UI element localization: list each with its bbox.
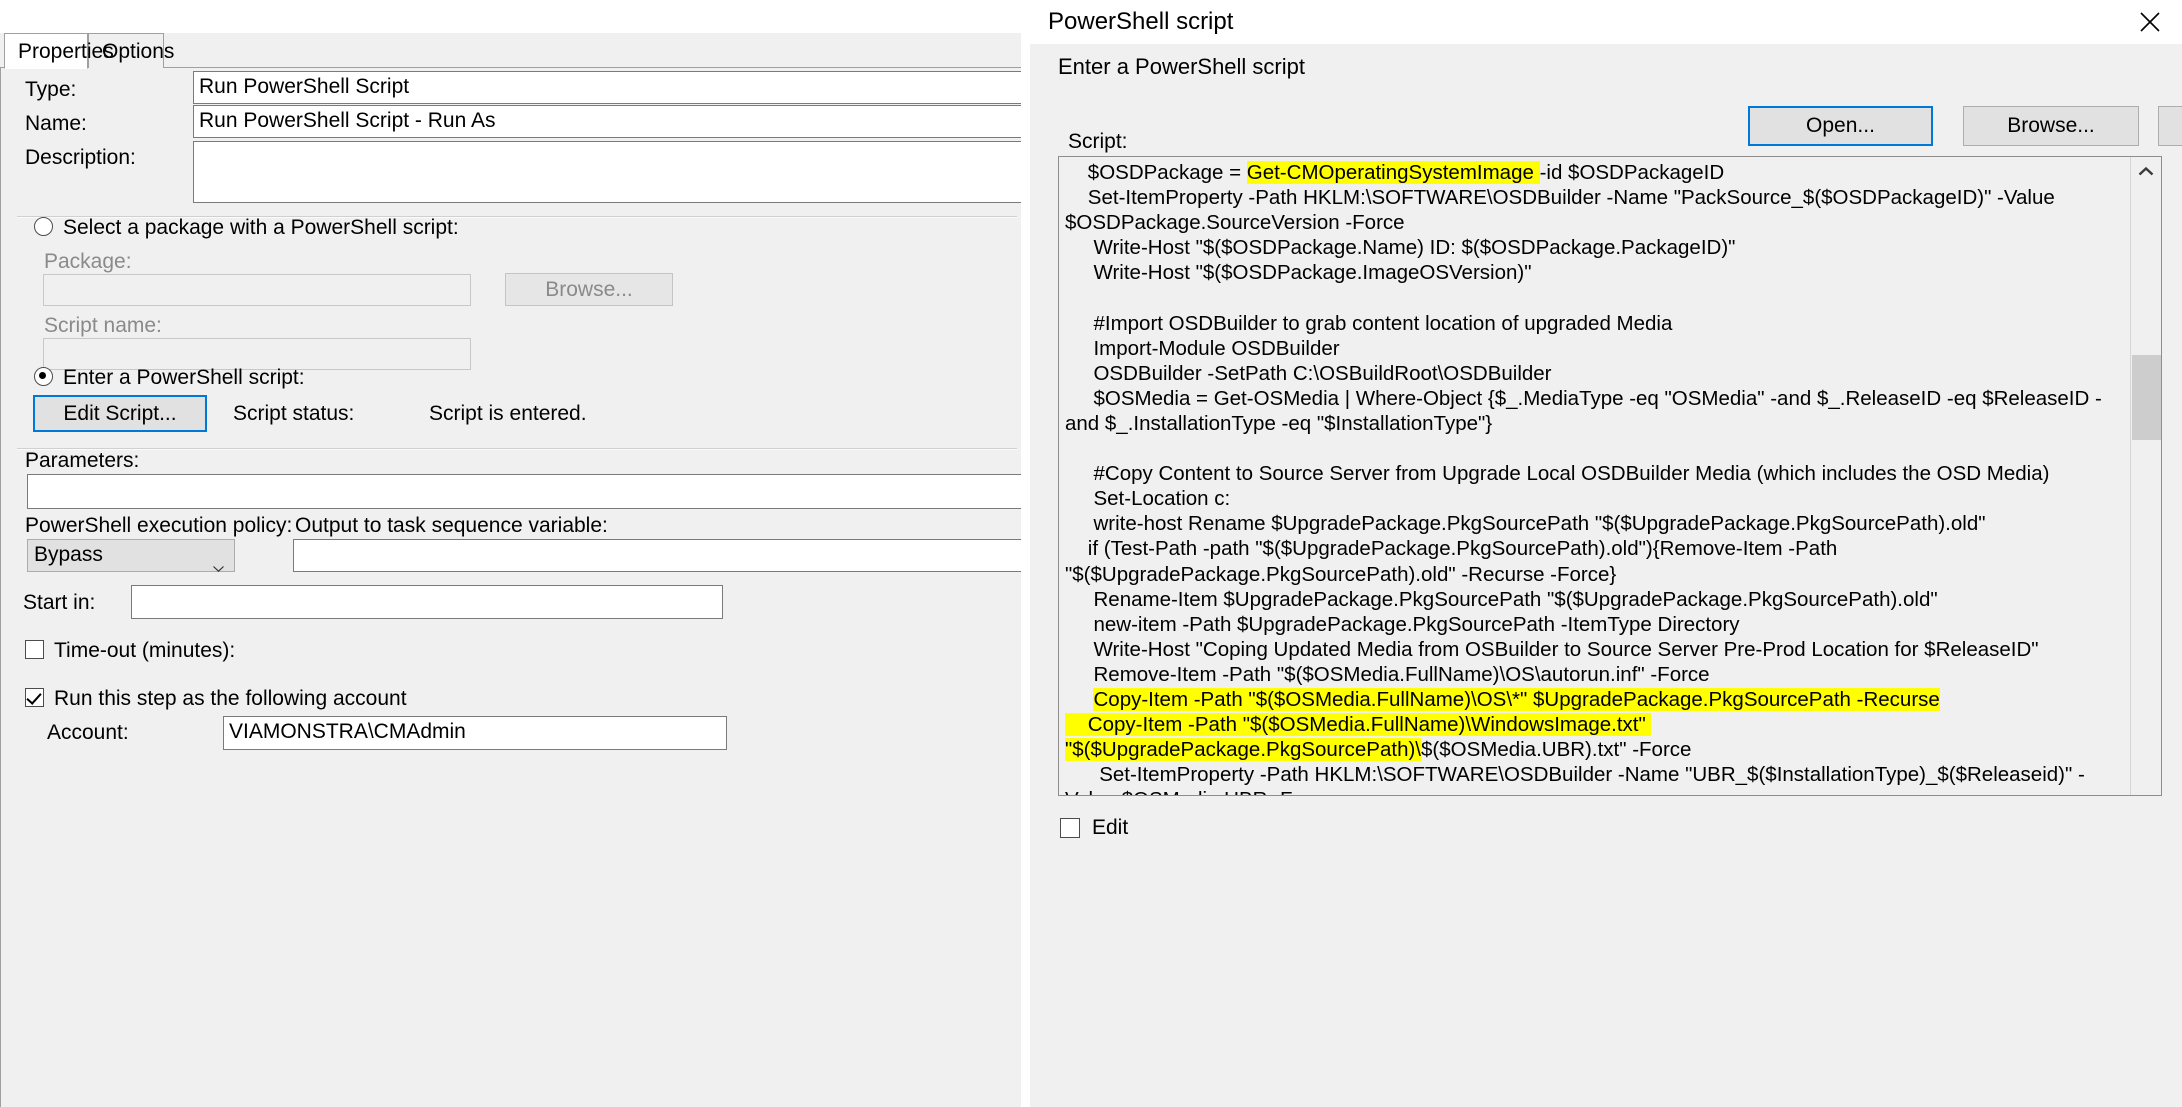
- script-content[interactable]: $OSDPackage = Get-CMOperatingSystemImage…: [1059, 160, 2129, 796]
- edit-script-button[interactable]: Edit Script...: [33, 395, 207, 432]
- step-properties-panel: Properties Options Type: Run PowerShell …: [0, 0, 1021, 1107]
- close-icon[interactable]: [2118, 0, 2182, 44]
- execution-policy-label: PowerShell execution policy:: [25, 514, 292, 538]
- script-status-value: Script is entered.: [429, 402, 587, 426]
- script-label: Script:: [1068, 130, 1128, 154]
- tab-properties[interactable]: Properties: [4, 33, 88, 69]
- account-field[interactable]: VIAMONSTRA\CMAdmin: [223, 716, 727, 750]
- scrollbar-thumb[interactable]: [2132, 355, 2161, 440]
- execution-policy-select[interactable]: Bypass: [27, 539, 235, 572]
- properties-form: Type: Run PowerShell Script Name: Run Po…: [0, 68, 1021, 1107]
- dialog-subtitle: Enter a PowerShell script: [1058, 54, 1305, 80]
- script-textarea[interactable]: $OSDPackage = Get-CMOperatingSystemImage…: [1058, 156, 2162, 796]
- package-browse-button[interactable]: Browse...: [505, 273, 673, 306]
- radio-select-package-label[interactable]: Select a package with a PowerShell scrip…: [63, 216, 459, 240]
- timeout-label[interactable]: Time-out (minutes):: [54, 639, 235, 663]
- script-status-label: Script status:: [233, 402, 354, 426]
- edit-checkbox-label[interactable]: Edit: [1092, 816, 1128, 840]
- edit-checkbox-row[interactable]: Edit: [1060, 816, 1128, 840]
- name-field[interactable]: Run PowerShell Script - Run As: [193, 105, 1021, 138]
- radio-enter-script[interactable]: [34, 367, 53, 386]
- execution-policy-value: Bypass: [34, 543, 103, 566]
- dialog-body: Enter a PowerShell script Open... Browse…: [1030, 44, 2182, 1107]
- package-label: Package:: [44, 250, 132, 274]
- run-as-label[interactable]: Run this step as the following account: [54, 687, 407, 711]
- edit-checkbox[interactable]: [1060, 818, 1080, 838]
- script-run: $OSDPackage =: [1065, 161, 1247, 184]
- radio-enter-script-label[interactable]: Enter a PowerShell script:: [63, 366, 305, 390]
- package-field[interactable]: [43, 274, 471, 306]
- script-scrollbar[interactable]: [2130, 157, 2161, 795]
- name-label: Name:: [25, 112, 87, 136]
- output-variable-label: Output to task sequence variable:: [295, 514, 608, 538]
- parameters-field[interactable]: [27, 474, 1021, 509]
- powershell-script-dialog: PowerShell script Enter a PowerShell scr…: [1030, 0, 2182, 1107]
- type-field: Run PowerShell Script: [193, 71, 1021, 104]
- account-label: Account:: [47, 721, 129, 745]
- divider-middle: [17, 448, 1017, 450]
- script-name-label: Script name:: [44, 314, 162, 338]
- start-in-label: Start in:: [23, 591, 95, 615]
- type-label: Type:: [25, 78, 76, 102]
- dialog-titlebar: PowerShell script: [1030, 0, 2182, 44]
- browse-button[interactable]: Browse...: [1963, 106, 2139, 146]
- output-variable-field[interactable]: [293, 539, 1021, 572]
- radio-select-package[interactable]: [34, 217, 53, 236]
- open-button[interactable]: Open...: [1748, 106, 1933, 146]
- clear-button[interactable]: Clear: [2158, 106, 2182, 146]
- parameters-label: Parameters:: [25, 449, 139, 473]
- description-label: Description:: [25, 146, 136, 170]
- start-in-field[interactable]: [131, 585, 723, 619]
- description-field[interactable]: [193, 141, 1021, 203]
- scroll-up-icon[interactable]: [2131, 157, 2161, 187]
- chevron-down-icon: [213, 551, 224, 557]
- run-as-checkbox[interactable]: [25, 688, 44, 707]
- timeout-checkbox[interactable]: [25, 640, 44, 659]
- tabstrip: Properties Options: [0, 33, 1021, 68]
- script-run: -id $OSDPackageID Set-ItemProperty -Path…: [1065, 161, 2102, 711]
- script-highlight: Get-CMOperatingSystemImage: [1247, 161, 1540, 184]
- dialog-title: PowerShell script: [1048, 8, 1233, 36]
